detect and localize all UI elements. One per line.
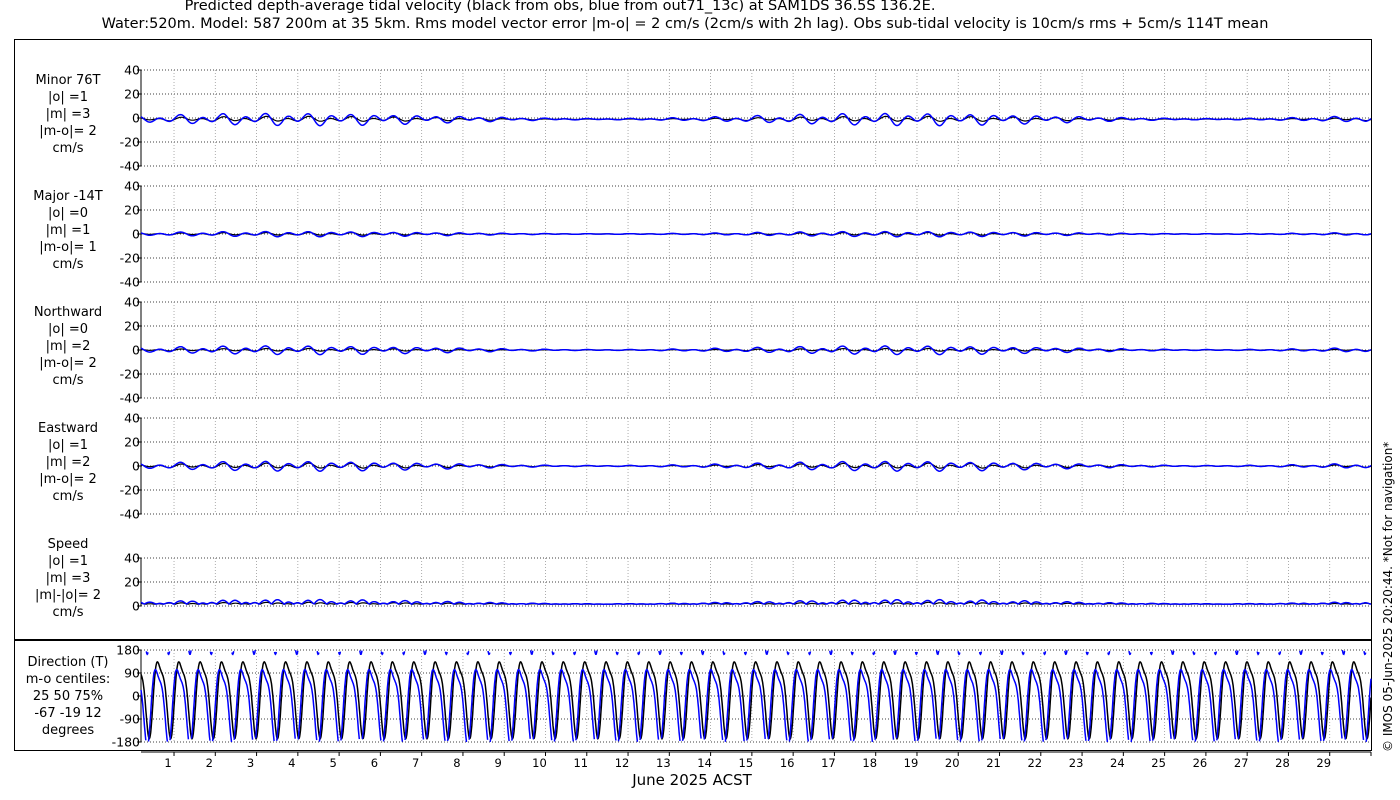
- x-tick-label: 14: [697, 756, 712, 770]
- x-tick-label: 6: [371, 756, 378, 770]
- panel-label-line: |o| =1: [48, 554, 88, 569]
- y-tick-label: -40: [120, 391, 140, 406]
- y-tick-label: -20: [120, 135, 140, 150]
- panel-label-line: Northward: [34, 305, 102, 320]
- panel-label-line: cm/s: [53, 489, 84, 504]
- x-tick-label: 20: [945, 756, 960, 770]
- x-tick-label: 13: [656, 756, 671, 770]
- x-axis-label: June 2025 ACST: [631, 771, 752, 789]
- panel-label-line: 25 50 75%: [33, 689, 103, 704]
- series-layer: [140, 112, 1372, 743]
- panel-label-line: |m-o|= 2: [39, 356, 97, 371]
- x-tick-label: 12: [615, 756, 630, 770]
- x-tick-label: 4: [288, 756, 295, 770]
- x-tick-label: 11: [573, 756, 588, 770]
- panel-label-line: |m| =2: [46, 455, 91, 470]
- x-tick-label: 28: [1275, 756, 1290, 770]
- label-layer: Minor 76T |o| =1 |m| =3 |m-o|= 2 cm/s Major -…: [26, 73, 111, 738]
- panel-label-line: -67 -19 12: [34, 706, 101, 721]
- panel-label-line: m-o centiles:: [26, 672, 111, 687]
- y-tick-label: 180: [116, 643, 140, 658]
- x-tick-label: 15: [739, 756, 754, 770]
- panel-label-line: |o| =0: [48, 206, 88, 221]
- x-tick-label: 16: [780, 756, 795, 770]
- x-tick-label: 17: [821, 756, 836, 770]
- panel-label-line: Minor 76T: [36, 73, 101, 88]
- x-tick-label: 26: [1193, 756, 1208, 770]
- x-tick-label: 2: [206, 756, 213, 770]
- velocity-frame: [14, 39, 1372, 640]
- x-tick-label: 18: [862, 756, 877, 770]
- panel-label-line: Direction (T): [28, 655, 109, 670]
- y-tick-label: 20: [124, 319, 140, 334]
- y-tick-label: 0: [132, 343, 140, 358]
- y-tick-label: 20: [124, 575, 140, 590]
- x-tick-label: 8: [453, 756, 460, 770]
- y-tick-label: 0: [132, 227, 140, 242]
- panel-label-line: |o| =0: [48, 322, 88, 337]
- panel-label-line: |m| =2: [46, 339, 91, 354]
- x-tick-label: 5: [329, 756, 336, 770]
- x-tick-label: 23: [1069, 756, 1084, 770]
- credit-note: © IMOS 05-Jun-2025 20:20:44. *Not for na…: [1381, 441, 1395, 752]
- x-tick-label: 9: [495, 756, 502, 770]
- x-tick-label: 24: [1110, 756, 1125, 770]
- x-tick-label: 29: [1316, 756, 1331, 770]
- y-tick-label: -180: [112, 735, 140, 750]
- panel-label-line: Eastward: [38, 421, 98, 436]
- y-tick-label: 20: [124, 203, 140, 218]
- panel-label-line: Speed: [48, 537, 89, 552]
- y-tick-label: 40: [124, 551, 140, 566]
- y-tick-label: 90: [124, 666, 140, 681]
- y-tick-label: -90: [120, 712, 140, 727]
- y-tick-label: -40: [120, 275, 140, 290]
- y-tick-label: 0: [132, 111, 140, 126]
- panel-label-line: |m|-|o|= 2: [35, 588, 101, 603]
- panel-label-line: |m| =1: [46, 223, 91, 238]
- panel-label-line: degrees: [42, 723, 95, 738]
- y-tick-label: 0: [132, 459, 140, 474]
- x-tick-label: 25: [1151, 756, 1166, 770]
- y-tick-label: 20: [124, 87, 140, 102]
- y-tick-label: 40: [124, 179, 140, 194]
- panel-label-line: Major -14T: [33, 189, 102, 204]
- panel-label-line: |m-o|= 1: [39, 240, 97, 255]
- series-line-model-minor: [140, 112, 1372, 127]
- x-tick-label: 19: [904, 756, 919, 770]
- tidal-velocity-chart: 40200-20-4040200-20-4040200-20-4040200-2…: [14, 39, 1372, 789]
- panel-label-line: |o| =1: [48, 438, 88, 453]
- y-tick-label: -40: [120, 159, 140, 174]
- panel-label-line: cm/s: [53, 141, 84, 156]
- y-tick-label: 20: [124, 435, 140, 450]
- panel-label-line: |o| =1: [48, 90, 88, 105]
- panel-label-line: |m| =3: [46, 107, 91, 122]
- y-tick-label: 40: [124, 295, 140, 310]
- y-tick-label: -20: [120, 251, 140, 266]
- panel-label-line: |m-o|= 2: [39, 124, 97, 139]
- x-tick-label: 1: [164, 756, 171, 770]
- x-tick-label: 22: [1027, 756, 1042, 770]
- x-tick-label: 27: [1234, 756, 1249, 770]
- y-tick-label: -20: [120, 483, 140, 498]
- panel-label-line: cm/s: [53, 605, 84, 620]
- y-tick-label: 40: [124, 63, 140, 78]
- y-tick-label: 40: [124, 411, 140, 426]
- panel-label-line: cm/s: [53, 373, 84, 388]
- panel-label-line: |m-o|= 2: [39, 472, 97, 487]
- panel-label-line: |m| =3: [46, 571, 91, 586]
- x-tick-label: 7: [412, 756, 419, 770]
- x-tick-label: 21: [986, 756, 1001, 770]
- x-tick-label: 3: [247, 756, 254, 770]
- y-tick-label: -40: [120, 507, 140, 522]
- x-tick-label: 10: [532, 756, 547, 770]
- outer-frames: [14, 39, 1372, 751]
- y-tick-label: 0: [132, 689, 140, 704]
- y-tick-label: -20: [120, 367, 140, 382]
- y-tick-label: 0: [132, 599, 140, 614]
- panel-label-line: cm/s: [53, 257, 84, 272]
- grid-layer: [141, 69, 1371, 743]
